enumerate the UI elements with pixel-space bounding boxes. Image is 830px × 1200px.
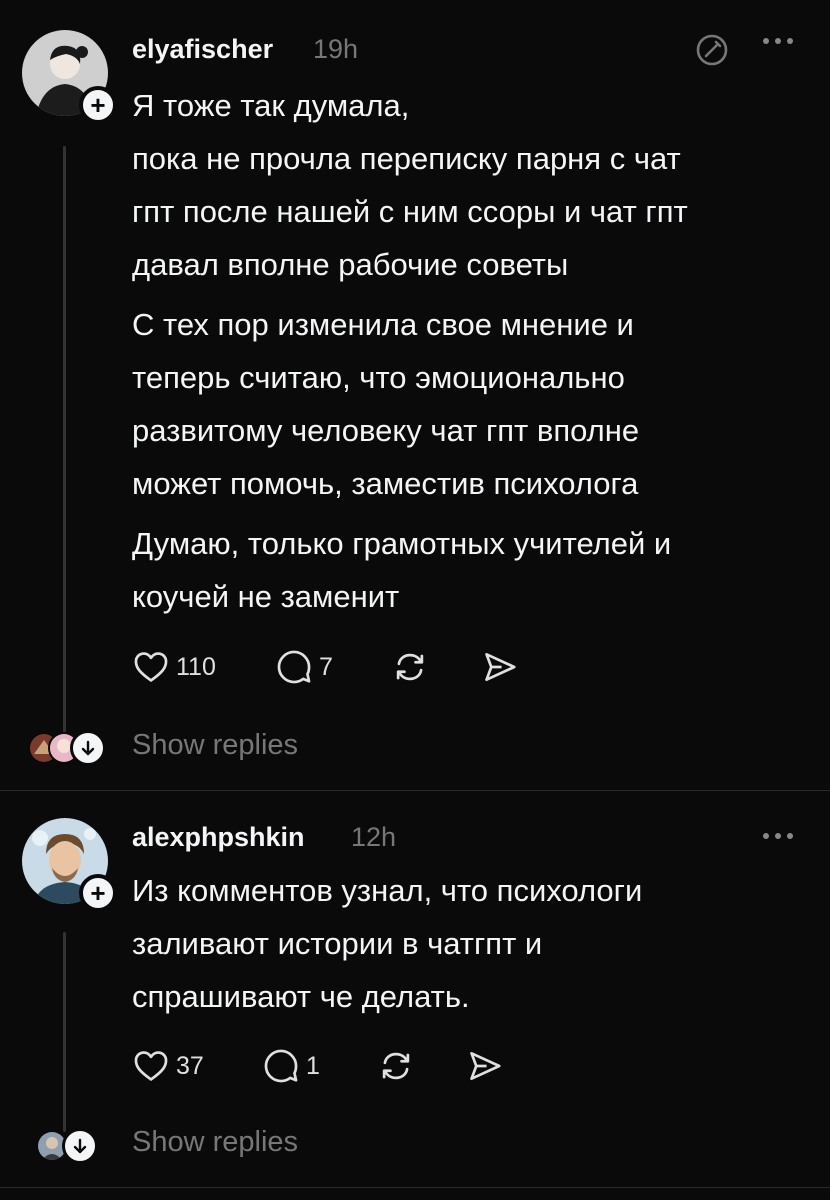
follow-plus-icon[interactable]: + <box>79 86 117 124</box>
repost-icon <box>382 1052 410 1080</box>
show-replies-link[interactable]: Show replies <box>132 729 298 762</box>
post-paragraph: С тех пор изменила свое мнение и теперь … <box>132 307 640 501</box>
comment-button[interactable]: 1 <box>262 1047 320 1085</box>
comment-bubble-icon <box>264 1049 298 1083</box>
comment-bubble-icon <box>277 650 311 684</box>
heart-icon <box>134 652 168 682</box>
thread-line <box>63 932 66 1132</box>
arrow-down-icon[interactable] <box>70 730 106 766</box>
comment-count: 1 <box>306 1051 320 1080</box>
comment-count: 7 <box>319 652 333 681</box>
edit-circle-icon[interactable] <box>694 32 730 73</box>
post-divider <box>0 1187 830 1188</box>
post-paragraph: Думаю, только грамотных учителей и коуче… <box>132 526 672 614</box>
heart-icon <box>134 1051 168 1081</box>
share-button[interactable] <box>481 648 519 686</box>
post-time: 12h <box>351 822 397 852</box>
repost-icon <box>396 653 424 681</box>
follow-plus-icon[interactable]: + <box>79 874 117 912</box>
post-divider <box>0 790 830 791</box>
repost-button[interactable] <box>391 648 429 686</box>
show-replies-link[interactable]: Show replies <box>132 1126 298 1159</box>
send-icon <box>470 1051 501 1081</box>
comment-button[interactable]: 7 <box>275 648 333 686</box>
like-count: 110 <box>176 652 216 681</box>
like-button[interactable]: 110 <box>132 648 216 686</box>
like-count: 37 <box>176 1051 204 1080</box>
post-paragraph: Из комментов узнал, что психологи залива… <box>132 873 643 1014</box>
more-dots-icon[interactable] <box>760 825 796 853</box>
like-button[interactable]: 37 <box>132 1047 204 1085</box>
more-dots-icon[interactable] <box>760 30 796 58</box>
repost-button[interactable] <box>377 1047 415 1085</box>
username[interactable]: elyafischer <box>132 34 273 65</box>
arrow-down-icon[interactable] <box>62 1128 98 1164</box>
thread-line <box>63 146 66 738</box>
share-button[interactable] <box>466 1047 504 1085</box>
post-time: 19h <box>313 34 359 64</box>
username[interactable]: alexphpshkin <box>132 822 305 853</box>
send-icon <box>485 652 516 682</box>
post-paragraph: Я тоже так думала, пока не прочла перепи… <box>132 88 688 282</box>
